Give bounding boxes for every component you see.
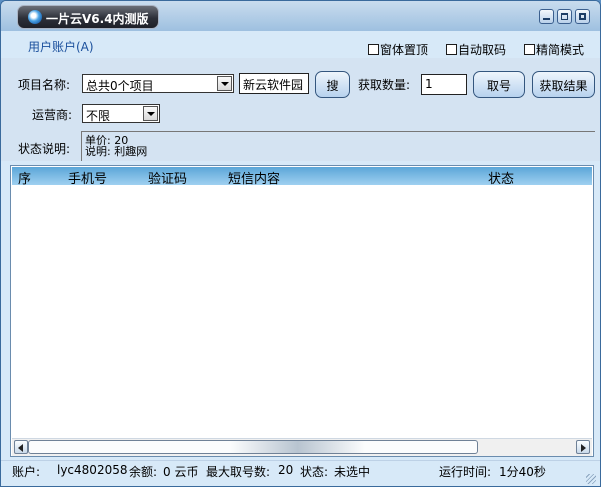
menu-bar: 用户账户(A) bbox=[1, 31, 600, 58]
result-table: 序 手机号 验证码 短信内容 状态 bbox=[10, 165, 594, 457]
fetch-number-button-label: 取号 bbox=[486, 79, 511, 93]
compact-mode-checkbox-box[interactable] bbox=[524, 44, 535, 55]
main-window: 一片云V6.4内测版 用户账户(A) 窗体置顶 自动取码 精简模式 项目名称: … bbox=[0, 0, 601, 487]
scroll-right-icon[interactable] bbox=[576, 440, 590, 454]
title-tab: 一片云V6.4内测版 bbox=[17, 5, 159, 29]
project-label: 项目名称: bbox=[18, 78, 71, 92]
status-desc: 说明: 利趣网 bbox=[85, 145, 148, 158]
carrier-label: 运营商: bbox=[32, 108, 73, 122]
window-on-top-checkbox-box[interactable] bbox=[368, 44, 379, 55]
account-label: 账户: bbox=[12, 465, 41, 479]
auto-fetch-checkbox-box[interactable] bbox=[446, 44, 457, 55]
search-button[interactable]: 搜 bbox=[315, 71, 350, 98]
runtime-value: 1分40秒 bbox=[499, 465, 546, 479]
max-count-label: 最大取号数: bbox=[206, 465, 271, 479]
app-logo-icon bbox=[28, 10, 42, 24]
search-button-label: 搜 bbox=[326, 79, 339, 93]
minimize-button[interactable] bbox=[539, 9, 554, 24]
count-input[interactable]: 1 bbox=[421, 74, 467, 95]
menu-user-account[interactable]: 用户账户(A) bbox=[28, 38, 94, 55]
scroll-left-icon[interactable] bbox=[14, 440, 28, 454]
auto-fetch-label: 自动取码 bbox=[458, 43, 507, 57]
col-code[interactable]: 验证码 bbox=[148, 168, 187, 187]
close-button[interactable] bbox=[575, 9, 590, 24]
fetch-number-button[interactable]: 取号 bbox=[473, 71, 525, 98]
count-label: 获取数量: bbox=[358, 78, 411, 92]
balance-value: 0 云币 bbox=[163, 465, 199, 479]
maximize-icon bbox=[561, 13, 568, 20]
carrier-select-value: 不限 bbox=[86, 109, 111, 123]
minimize-icon bbox=[543, 18, 550, 20]
title-bar[interactable]: 一片云V6.4内测版 bbox=[1, 1, 600, 31]
chevron-down-icon[interactable] bbox=[143, 106, 158, 121]
auto-fetch-checkbox[interactable]: 自动取码 bbox=[446, 41, 506, 58]
col-index[interactable]: 序 bbox=[18, 168, 31, 187]
window-title: 一片云V6.4内测版 bbox=[46, 12, 149, 26]
carrier-select[interactable]: 不限 bbox=[82, 104, 160, 123]
scrollbar-thumb[interactable] bbox=[28, 440, 478, 454]
table-header: 序 手机号 验证码 短信内容 状态 bbox=[12, 167, 592, 187]
get-result-button[interactable]: 获取结果 bbox=[532, 71, 595, 98]
get-result-button-label: 获取结果 bbox=[539, 79, 588, 93]
count-input-value: 1 bbox=[425, 77, 433, 91]
project-select-value: 总共0个项目 bbox=[86, 79, 154, 93]
status-label: 状态说明: bbox=[18, 142, 71, 156]
compact-mode-checkbox[interactable]: 精简模式 bbox=[524, 41, 584, 58]
max-count-value: 20 bbox=[278, 463, 294, 477]
resize-grip-icon[interactable] bbox=[586, 474, 596, 484]
account-value: lyc4802058 bbox=[57, 463, 128, 477]
project-select[interactable]: 总共0个项目 bbox=[82, 74, 234, 93]
status-description: 单价: 20 说明: 利趣网 bbox=[81, 131, 595, 161]
col-status[interactable]: 状态 bbox=[488, 168, 514, 187]
balance-label: 余额: bbox=[129, 465, 158, 479]
close-icon bbox=[579, 13, 586, 20]
col-sms[interactable]: 短信内容 bbox=[228, 168, 280, 187]
state-value: 未选中 bbox=[334, 465, 371, 479]
search-input[interactable]: 新云软件园 bbox=[239, 73, 309, 94]
state-label: 状态: bbox=[300, 465, 329, 479]
horizontal-scrollbar[interactable] bbox=[12, 438, 592, 456]
window-on-top-label: 窗体置顶 bbox=[380, 43, 429, 57]
window-on-top-checkbox[interactable]: 窗体置顶 bbox=[368, 41, 428, 58]
compact-mode-label: 精简模式 bbox=[536, 43, 585, 57]
runtime-label: 运行时间: bbox=[439, 465, 492, 479]
maximize-button[interactable] bbox=[557, 9, 572, 24]
chevron-down-icon[interactable] bbox=[217, 76, 232, 91]
status-bar: 账户: lyc4802058 余额: 0 云币 最大取号数: 20 状态: 未选… bbox=[1, 460, 600, 486]
col-phone[interactable]: 手机号 bbox=[68, 168, 107, 187]
search-input-value: 新云软件园 bbox=[243, 78, 304, 92]
